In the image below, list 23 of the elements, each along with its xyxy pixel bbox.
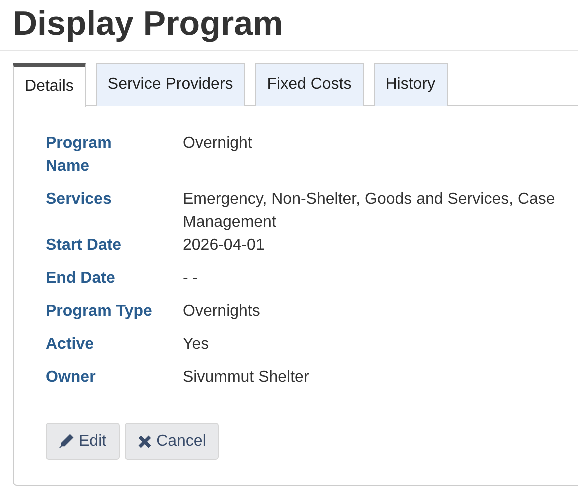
field-value: Sivummut Shelter [183,368,310,388]
tab[interactable]: Details [13,63,86,107]
close-icon [138,434,152,448]
field-value: 2026-04-01 [183,236,266,256]
field-label: Program Type [46,302,154,322]
tab[interactable]: History [374,63,448,106]
cancel-button[interactable]: Cancel [124,423,220,460]
field-value: - - [183,269,200,289]
field-label: Active [46,335,96,355]
field-label: End Date [46,269,116,289]
pencil-icon [59,434,74,449]
field-label: Start Date [46,236,123,256]
page-title: Display Program [13,4,284,44]
tab[interactable]: Service Providers [96,63,246,106]
edit-button[interactable]: Edit [46,423,120,460]
field-value: Overnights [183,302,262,322]
field-value: Emergency, Non-Shelter, Goods and Services, Case Management [183,190,556,233]
field-label: Services [46,190,113,210]
tab[interactable]: Fixed Costs [255,63,364,106]
field-value: Overnight [183,134,254,154]
field-label: Owner [46,368,97,388]
field-label: Program Name [46,134,113,177]
field-value: Yes [183,335,210,355]
